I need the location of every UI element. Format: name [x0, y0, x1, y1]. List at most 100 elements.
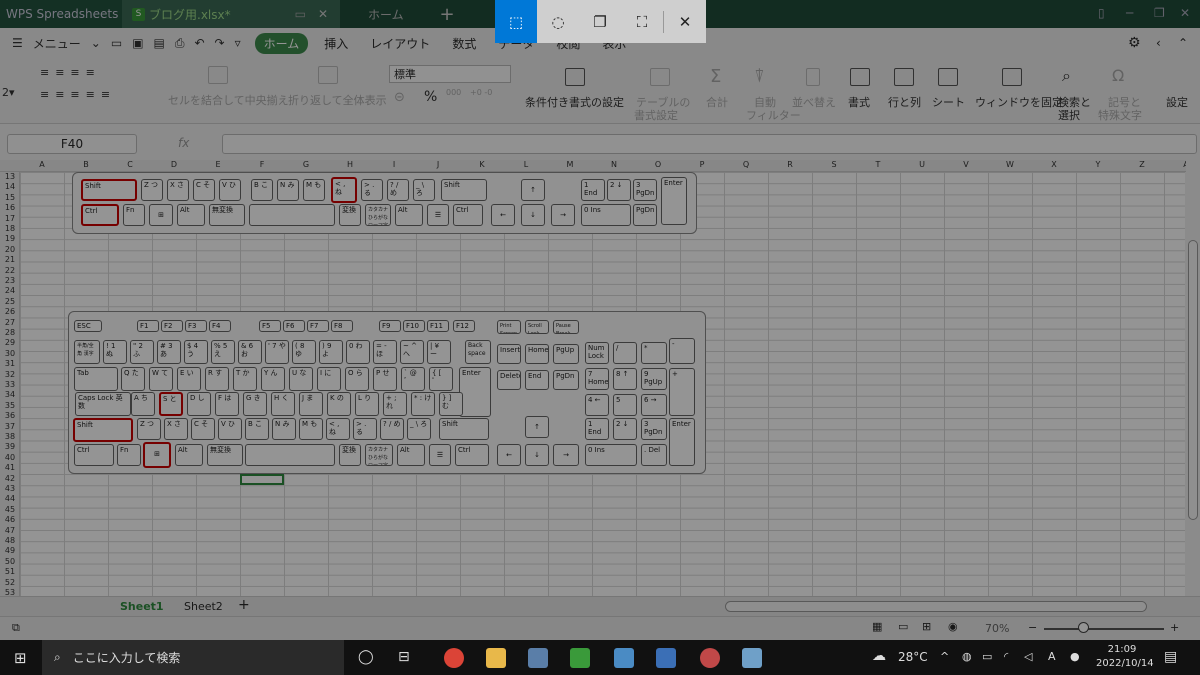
row-label[interactable]: 28: [0, 328, 20, 337]
column-label[interactable]: Z: [1120, 160, 1164, 169]
row-label[interactable]: 31: [0, 359, 20, 368]
row-label[interactable]: 15: [0, 193, 20, 202]
indent-icon[interactable]: 2▾: [2, 86, 15, 99]
column-label[interactable]: Y: [1076, 160, 1120, 169]
horizontal-scrollbar[interactable]: [725, 601, 1147, 612]
table-style-icon[interactable]: [650, 68, 670, 86]
cond-format-button[interactable]: 条件付き書式の設定: [525, 94, 624, 110]
column-label[interactable]: M: [548, 160, 592, 169]
row-label[interactable]: 36: [0, 411, 20, 420]
row-label[interactable]: 43: [0, 484, 20, 493]
network-icon[interactable]: ●: [1070, 650, 1080, 663]
column-label[interactable]: S: [812, 160, 856, 169]
row-label[interactable]: 18: [0, 224, 20, 233]
row-label[interactable]: 47: [0, 526, 20, 535]
number-format-select[interactable]: 標準: [389, 65, 511, 83]
mic-icon[interactable]: ◍: [962, 650, 972, 663]
explorer-icon[interactable]: [486, 648, 506, 668]
column-label[interactable]: E: [196, 160, 240, 169]
chevron-up-icon[interactable]: ⌃: [1178, 36, 1188, 50]
row-label[interactable]: 24: [0, 286, 20, 295]
rowcol-icon[interactable]: [894, 68, 914, 86]
eye-icon[interactable]: ◉: [948, 620, 958, 633]
fullscreen-snip-icon[interactable]: ⛶: [621, 0, 663, 43]
sheet-tab-1[interactable]: Sheet1: [120, 600, 164, 613]
row-label[interactable]: 29: [0, 338, 20, 347]
row-label[interactable]: 44: [0, 494, 20, 503]
row-label[interactable]: 13: [0, 172, 20, 181]
freeform-snip-icon[interactable]: ◌: [537, 0, 579, 43]
gear-icon[interactable]: ⚙: [1128, 35, 1141, 51]
menu-button[interactable]: メニュー: [33, 35, 81, 52]
notepad-icon[interactable]: [742, 648, 762, 668]
layout-icon[interactable]: ▯: [1098, 6, 1105, 20]
row-label[interactable]: 22: [0, 266, 20, 275]
row-label[interactable]: 49: [0, 546, 20, 555]
currency-icon[interactable]: ⊝: [394, 90, 405, 105]
freeze-icon[interactable]: [1002, 68, 1022, 86]
print-preview-icon[interactable]: ▤: [154, 36, 165, 50]
close-snip-icon[interactable]: ✕: [664, 0, 706, 43]
column-label[interactable]: F: [240, 160, 284, 169]
column-label[interactable]: N: [592, 160, 636, 169]
row-label[interactable]: 48: [0, 536, 20, 545]
fx-icon[interactable]: fx: [178, 136, 189, 150]
column-label[interactable]: D: [152, 160, 196, 169]
column-label[interactable]: H: [328, 160, 372, 169]
column-label[interactable]: B: [64, 160, 108, 169]
clock[interactable]: 21:09 2022/10/14: [1096, 643, 1154, 671]
zoom-in-icon[interactable]: +: [1170, 621, 1179, 634]
widgets-icon[interactable]: ⊟: [398, 649, 410, 665]
tab-document[interactable]: S ブログ用.xlsx* ▭ ✕: [122, 0, 340, 28]
tab-layout[interactable]: レイアウト: [370, 35, 430, 52]
styles-icon[interactable]: [850, 68, 870, 86]
wrap-icon[interactable]: [318, 66, 338, 84]
wps-spreadsheet-icon[interactable]: [570, 648, 590, 668]
normal-view-icon[interactable]: ▦: [872, 620, 882, 633]
rowcol-button[interactable]: 行と列: [888, 94, 921, 110]
page-break-icon[interactable]: ⊞: [922, 620, 931, 633]
ime-indicator[interactable]: A: [1048, 650, 1056, 663]
rectangle-snip-icon[interactable]: ⬚: [495, 0, 537, 43]
row-label[interactable]: 41: [0, 463, 20, 472]
chrome-icon[interactable]: [444, 648, 464, 668]
row-label[interactable]: 38: [0, 432, 20, 441]
redo-icon[interactable]: ↷: [215, 36, 225, 50]
thousands-icon[interactable]: 000: [446, 88, 461, 97]
page-layout-icon[interactable]: ▭: [898, 620, 908, 633]
column-label[interactable]: C: [108, 160, 152, 169]
row-label[interactable]: 14: [0, 182, 20, 191]
row-label[interactable]: 20: [0, 245, 20, 254]
store-icon[interactable]: [528, 648, 548, 668]
tab-home-ribbon[interactable]: ホーム: [254, 32, 309, 54]
dropdown-icon[interactable]: ⌄: [91, 36, 101, 50]
column-label[interactable]: J: [416, 160, 460, 169]
mail-icon[interactable]: [656, 648, 676, 668]
cond-format-icon[interactable]: [565, 68, 585, 86]
window-snip-icon[interactable]: ❐: [579, 0, 621, 43]
row-label[interactable]: 34: [0, 390, 20, 399]
freeze-button[interactable]: ウィンドウを固定: [975, 94, 1063, 110]
symbol-button-2[interactable]: 特殊文字: [1098, 107, 1142, 123]
column-label[interactable]: P: [680, 160, 724, 169]
row-label[interactable]: 33: [0, 380, 20, 389]
add-sheet-button[interactable]: +: [238, 597, 250, 613]
tab-home[interactable]: ホーム: [340, 0, 430, 28]
hamburger-icon[interactable]: ☰: [12, 36, 23, 50]
close-icon[interactable]: ✕: [1180, 6, 1190, 20]
row-label[interactable]: 50: [0, 557, 20, 566]
row-label[interactable]: 27: [0, 318, 20, 327]
status-icon[interactable]: ⧉: [12, 621, 20, 635]
row-label[interactable]: 23: [0, 276, 20, 285]
undo-icon[interactable]: ↶: [194, 36, 204, 50]
row-label[interactable]: 16: [0, 203, 20, 212]
taskbar-search[interactable]: ⌕ ここに入力して検索: [42, 640, 344, 675]
merge-button[interactable]: セルを結合して中央揃え: [168, 92, 289, 108]
find-button-2[interactable]: 選択: [1058, 107, 1080, 123]
column-label[interactable]: X: [1032, 160, 1076, 169]
pin-icon[interactable]: ▭: [295, 7, 306, 21]
align-top-icons[interactable]: ≡≡≡≡: [40, 66, 101, 79]
save-icon[interactable]: ▣: [132, 36, 143, 50]
row-label[interactable]: 26: [0, 307, 20, 316]
zoom-level[interactable]: 70%: [985, 622, 1009, 635]
